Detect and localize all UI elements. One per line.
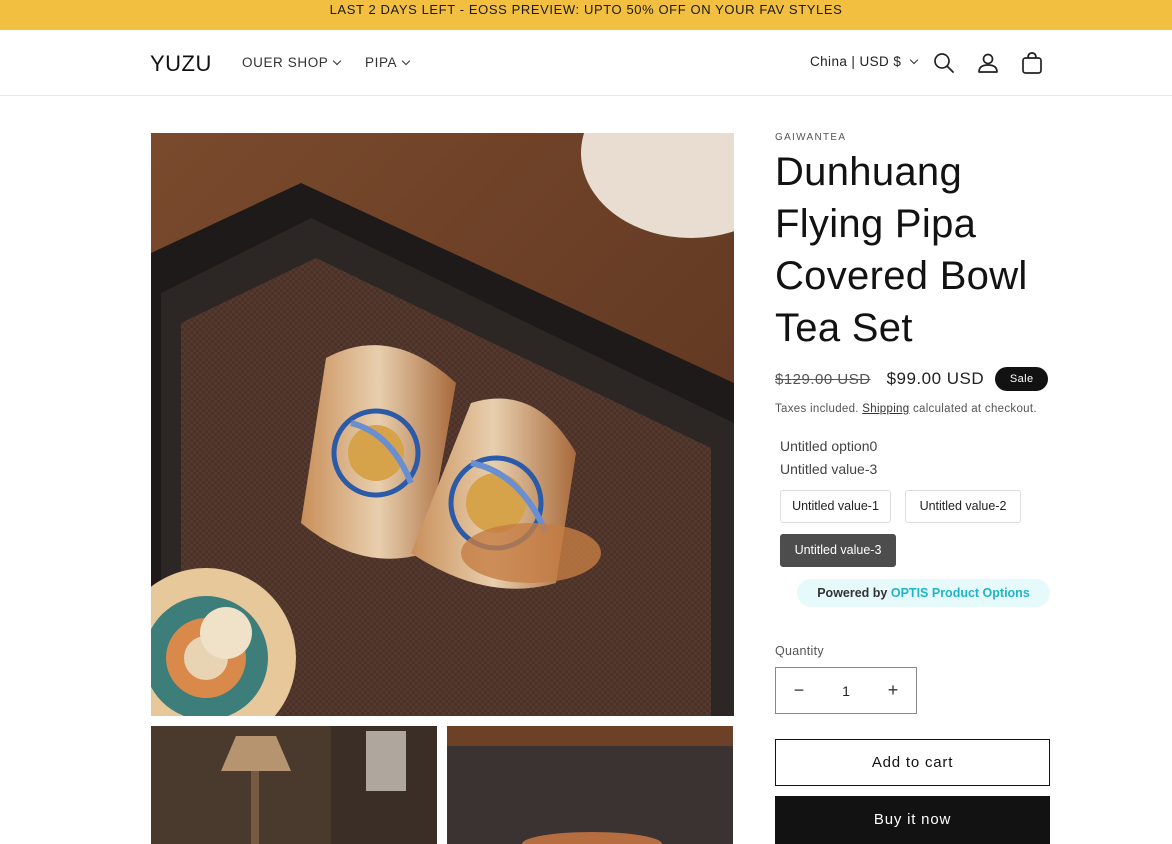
nav-item-pipa[interactable]: PIPA [365,55,411,70]
plus-icon[interactable]: + [870,668,916,713]
shipping-link[interactable]: Shipping [862,403,909,415]
powered-prefix: Powered by [817,586,888,600]
site-logo[interactable]: YUZU [150,51,212,77]
chevron-down-icon [401,56,411,66]
option-value-button[interactable]: Untitled value-1 [780,490,891,523]
chevron-down-icon [910,55,919,65]
regular-price: $129.00 USD [775,370,871,388]
powered-by-badge[interactable]: Powered by OPTIS Product Options [797,579,1050,607]
announcement-text: LAST 2 DAYS LEFT - EOSS PREVIEW: UPTO 50… [329,2,843,17]
announcement-bar: LAST 2 DAYS LEFT - EOSS PREVIEW: UPTO 50… [0,0,1172,30]
price-row: $129.00 USD $99.00 USD Sale [775,367,1049,391]
buy-now-button[interactable]: Buy it now [775,796,1050,844]
option-name: Untitled option0 [780,438,878,454]
option-selected-value: Untitled value-3 [780,461,878,477]
option-value-button[interactable]: Untitled value-2 [905,490,1021,523]
product-title: Dunhuang Flying Pipa Covered Bowl Tea Se… [775,150,1028,350]
quantity-input[interactable] [822,682,870,699]
tax-prefix: Taxes included. [775,403,859,415]
account-icon[interactable] [975,50,1001,76]
locale-selector[interactable]: China | USD $ [810,54,919,69]
quantity-label: Quantity [775,644,824,658]
add-to-cart-button[interactable]: Add to cart [775,739,1050,786]
powered-brand: OPTIS Product Options [890,586,1030,600]
nav-item-label: OUER SHOP [242,55,329,70]
product-vendor: GAIWANTEA [775,132,847,143]
chevron-down-icon [333,56,342,66]
sale-badge: Sale [995,367,1049,391]
cart-icon[interactable] [1019,50,1045,76]
site-header: YUZU OUER SHOP PIPA China | USD $ [0,30,1172,96]
tax-suffix: calculated at checkout. [912,403,1037,415]
locale-label: China | USD $ [810,54,902,69]
option-value-button-selected[interactable]: Untitled value-3 [780,534,896,567]
tax-note: Taxes included. Shipping calculated at c… [775,403,1037,415]
nav-item-label: PIPA [365,55,398,70]
product-thumbnail[interactable] [151,726,437,844]
search-icon[interactable] [931,50,957,76]
product-main-image[interactable] [151,133,734,716]
nav-item-ouer-shop[interactable]: OUER SHOP [242,55,342,70]
product-thumbnail[interactable] [447,726,733,844]
quantity-stepper: − + [775,667,917,714]
minus-icon[interactable]: − [776,668,822,713]
sale-price: $99.00 USD [886,369,985,388]
